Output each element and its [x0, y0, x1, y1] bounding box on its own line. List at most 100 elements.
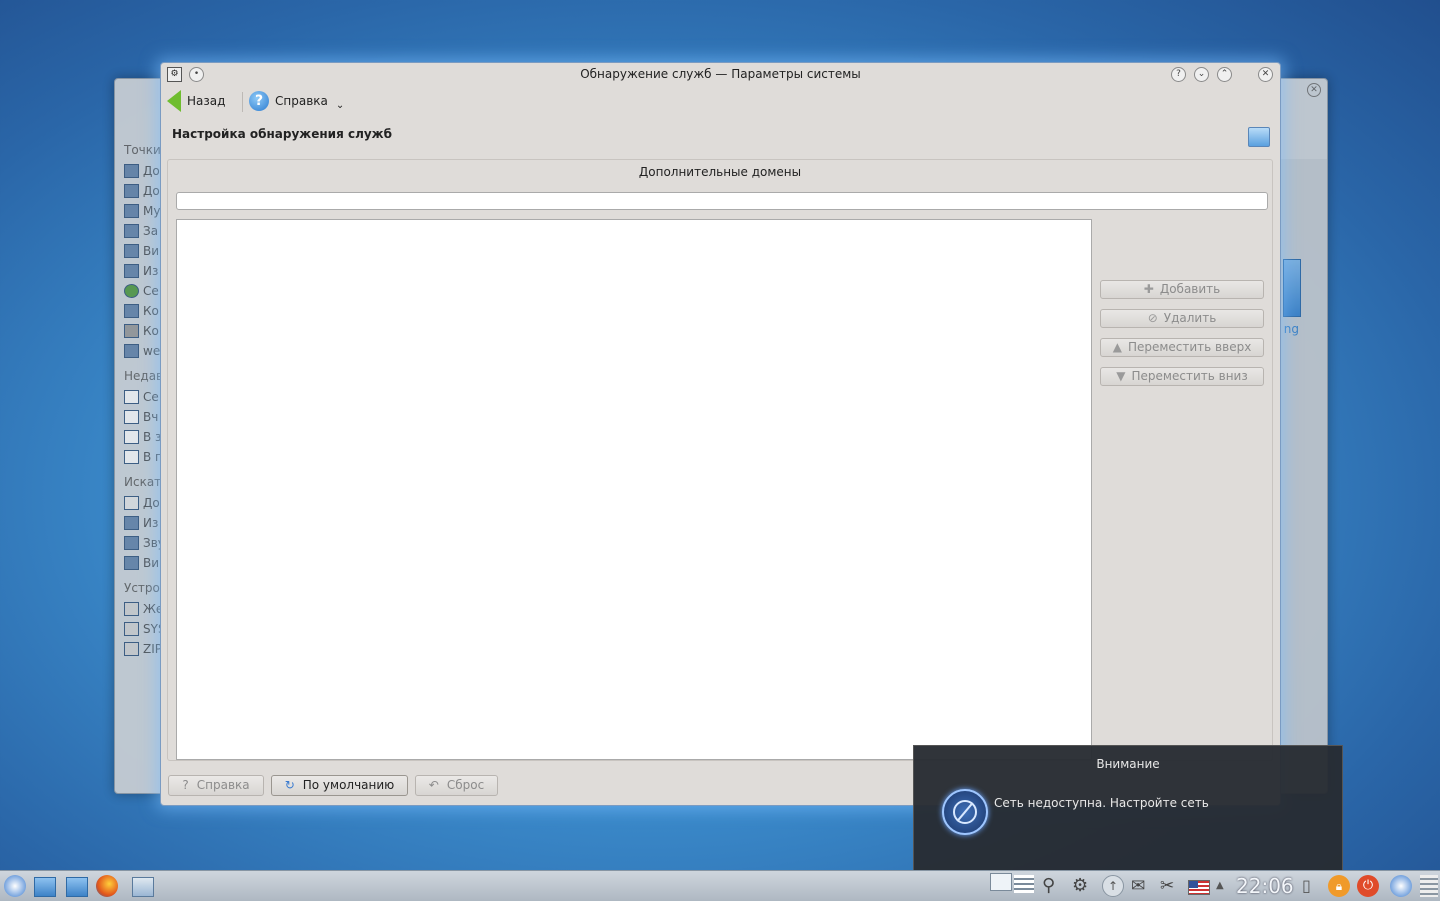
cashew-icon[interactable]: [1390, 875, 1412, 897]
sidebar-item[interactable]: Се: [124, 387, 161, 407]
sidebar-item[interactable]: В з: [124, 427, 161, 447]
sidebar-section-devices: Устро: [124, 581, 160, 595]
help-menu-button[interactable]: ? Справка ⌄: [249, 90, 344, 112]
plus-icon: ✚: [1143, 282, 1154, 296]
window-list-icon[interactable]: [990, 873, 1012, 891]
domain-list[interactable]: [176, 219, 1092, 760]
sidebar-item[interactable]: ZIP: [124, 639, 162, 659]
sidebar-item[interactable]: Же: [124, 599, 163, 619]
add-button[interactable]: ✚ Добавить: [1100, 280, 1264, 299]
system-settings-task-icon[interactable]: [132, 877, 154, 897]
chevron-down-icon: ⌄: [335, 99, 345, 111]
updates-icon[interactable]: ↑: [1102, 875, 1124, 897]
clock[interactable]: 22:06: [1236, 874, 1294, 898]
folder-icon: [124, 304, 139, 318]
gear-icon[interactable]: ⚙: [1072, 875, 1094, 897]
places-sidebar: Точки До До Му За Ви Из Се Ко Ко we Неда…: [119, 135, 166, 789]
mail-icon[interactable]: ✉: [1131, 875, 1153, 897]
notification-popup[interactable]: Внимание Сеть недоступна. Настройте сеть: [913, 745, 1343, 871]
system-settings-window[interactable]: ⚙ • Обнаружение служб — Параметры систем…: [160, 62, 1281, 806]
back-arrow-icon: [167, 90, 181, 112]
home-folder-icon[interactable]: [34, 877, 56, 897]
help-icon: ?: [182, 778, 189, 792]
calendar-icon: [124, 430, 139, 444]
refresh-icon: ↻: [284, 778, 295, 792]
sidebar-item[interactable]: Из: [124, 261, 161, 281]
app-launcher-icon[interactable]: [4, 875, 26, 897]
tray-expand-icon[interactable]: ▲: [1216, 875, 1226, 897]
close-button[interactable]: ✕: [1258, 67, 1273, 82]
sidebar-item[interactable]: Му: [124, 201, 161, 221]
sidebar-item[interactable]: До: [124, 181, 161, 201]
power-icon[interactable]: ⏻: [1357, 875, 1379, 897]
calendar-icon: [124, 390, 139, 404]
remove-button[interactable]: ⊘ Удалить: [1100, 309, 1264, 328]
sidebar-item[interactable]: До: [124, 161, 161, 181]
close-icon[interactable]: ✕: [1307, 83, 1321, 97]
folder-icon: [124, 184, 139, 198]
sidebar-item[interactable]: Ко: [124, 301, 161, 321]
reset-button[interactable]: ↶ Сброс: [415, 775, 498, 796]
drive-icon: [124, 602, 139, 616]
help-title-button[interactable]: ?: [1171, 67, 1186, 82]
folder-icon: [1283, 259, 1301, 317]
folder-icon: [124, 264, 139, 278]
sidebar-item[interactable]: До: [124, 493, 161, 513]
audio-icon: [124, 536, 139, 550]
sidebar-item[interactable]: В п: [124, 447, 163, 467]
keyboard-layout-flag-icon[interactable]: [1188, 880, 1210, 895]
folder-label: ng: [1283, 322, 1299, 336]
sidebar-item[interactable]: Ви: [124, 553, 161, 573]
sidebar-item[interactable]: Вч: [124, 407, 161, 427]
window-title: Обнаружение служб — Параметры системы: [580, 67, 861, 81]
lock-icon[interactable]: 🔒︎: [1328, 875, 1350, 897]
sidebar-section-places: Точки: [124, 143, 161, 157]
help-icon: ?: [249, 91, 269, 111]
sidebar-item[interactable]: Зву: [124, 533, 165, 553]
calendar-icon: [124, 410, 139, 424]
video-icon: [124, 556, 139, 570]
sidebar-item[interactable]: За: [124, 221, 161, 241]
drive-icon: [124, 622, 139, 636]
clipboard-scissors-icon[interactable]: ✂: [1160, 875, 1182, 897]
minimize-button[interactable]: ⌄: [1194, 67, 1209, 82]
arrow-down-icon: ▼: [1116, 369, 1126, 383]
sidebar-item[interactable]: we: [124, 341, 161, 361]
move-down-button[interactable]: ▼ Переместить вниз: [1100, 367, 1264, 386]
folder-icon: [124, 244, 139, 258]
move-up-button[interactable]: ▲ Переместить вверх: [1100, 338, 1264, 357]
sidebar-section-recent: Недав: [124, 369, 164, 383]
back-button[interactable]: Назад: [167, 90, 225, 112]
notification-message: Сеть недоступна. Настройте сеть: [994, 796, 1209, 810]
sidebar-item[interactable]: Ко: [124, 321, 161, 341]
toolbar: Назад ? Справка ⌄: [161, 88, 1280, 114]
help-button[interactable]: ? Справка: [168, 775, 264, 796]
kcm-page-icon: [1248, 127, 1270, 147]
drive-icon: [124, 642, 139, 656]
battery-icon[interactable]: ▯: [1302, 875, 1312, 897]
defaults-button[interactable]: ↻ По умолчанию: [271, 775, 408, 796]
arrow-up-icon: ▲: [1112, 340, 1122, 354]
taskbar: ⚲ ⚙ ↑ ✉ ✂ ▲ 22:06 ▯ 🔒︎ ⏻: [0, 870, 1440, 901]
folder-icon: [124, 164, 139, 178]
folder-icon: [124, 344, 139, 358]
sidebar-section-search: Искат: [124, 475, 162, 489]
title-bar[interactable]: ⚙ • Обнаружение служб — Параметры систем…: [161, 63, 1280, 85]
task-manager-icon[interactable]: [1014, 875, 1034, 893]
sidebar-item[interactable]: Ви: [124, 241, 161, 261]
domain-input[interactable]: [176, 192, 1268, 210]
trash-icon: [124, 324, 139, 338]
search-icon[interactable]: ⚲: [1042, 875, 1064, 897]
group-title: Дополнительные домены: [638, 165, 802, 179]
sidebar-item[interactable]: Се: [124, 281, 161, 301]
sidebar-item[interactable]: SYS: [124, 619, 166, 639]
undo-icon: ↶: [428, 778, 439, 792]
firefox-icon[interactable]: [96, 875, 118, 897]
document-icon: [124, 496, 139, 510]
downloads-folder-icon[interactable]: [66, 877, 88, 897]
sidebar-item[interactable]: Из: [124, 513, 161, 533]
panel-menu-icon[interactable]: [1420, 875, 1438, 897]
music-folder-icon: [124, 204, 139, 218]
maximize-button[interactable]: ⌃: [1217, 67, 1232, 82]
remove-icon: ⊘: [1147, 311, 1158, 325]
